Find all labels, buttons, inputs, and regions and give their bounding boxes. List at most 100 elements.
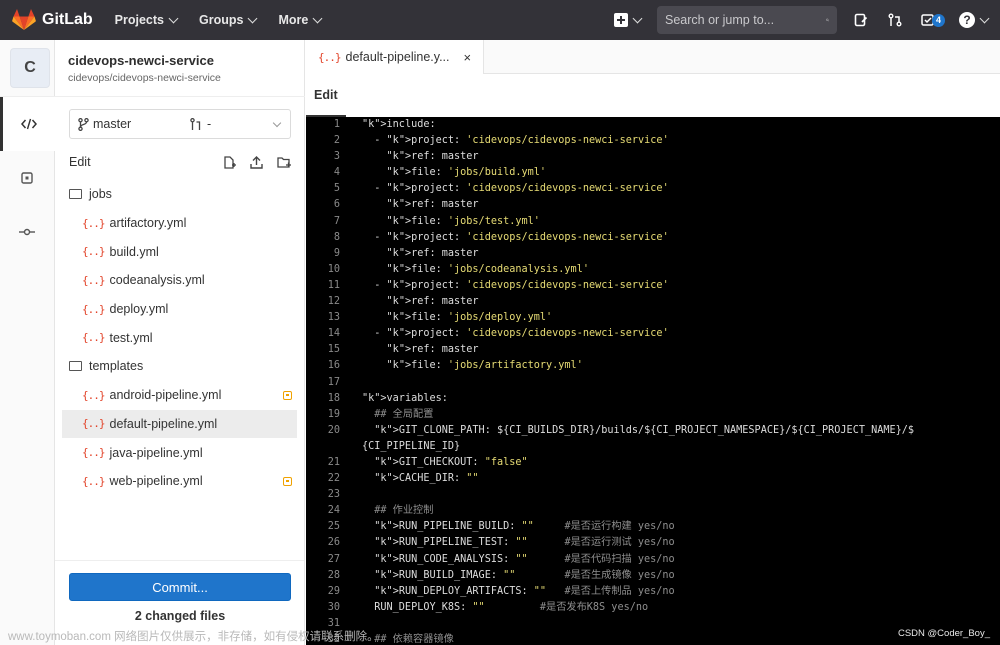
line-number: 10: [327, 263, 340, 275]
code-line: 28 "k">RUN_BUILD_IMAGE: "" #是否生成镜像 yes/n…: [306, 568, 1000, 584]
upload-icon[interactable]: [250, 155, 263, 169]
line-number: 13: [327, 312, 340, 324]
tree-file[interactable]: {..} java-pipeline.yml: [55, 438, 304, 467]
modified-file-icon: [283, 390, 292, 400]
code-line: {CI_PIPELINE_ID}: [306, 439, 1000, 455]
line-number: 29: [327, 585, 340, 597]
line-number: 8: [333, 231, 340, 243]
issues-icon[interactable]: [853, 12, 869, 28]
code-line: 14 - "k">project: 'cidevops/cidevops-new…: [306, 326, 1000, 342]
search-input[interactable]: [664, 13, 826, 27]
gitlab-home-link[interactable]: GitLab: [12, 9, 93, 31]
top-navbar: GitLab Projects Groups More 4 ?: [0, 0, 1000, 40]
chevron-down-icon: [168, 13, 179, 23]
code-line: 15 "k">ref: master: [306, 342, 1000, 358]
line-text: "k">ref: master: [386, 296, 479, 308]
chevron-down-icon: [248, 13, 258, 23]
new-dropdown-button[interactable]: [613, 13, 643, 27]
tree-file[interactable]: {..} codeanalysis.yml: [55, 266, 304, 295]
code-line: 6 "k">ref: master: [306, 197, 1000, 213]
plus-icon: [613, 13, 628, 27]
tree-file[interactable]: {..} build.yml: [55, 237, 304, 266]
tree-item-label: deploy.yml: [109, 302, 169, 317]
tree-item-label: test.yml: [109, 330, 153, 345]
review-mode-button[interactable]: [0, 151, 54, 205]
tree-item-label: templates: [89, 359, 144, 374]
merge-requests-icon[interactable]: [887, 12, 903, 28]
line-text: - "k">project: 'cidevops/cidevops-newci-…: [362, 328, 669, 340]
code-line: 10 "k">file: 'jobs/codeanalysis.yml': [306, 262, 1000, 278]
line-text: - "k">project: 'cidevops/cidevops-newci-…: [362, 231, 669, 243]
branch-selector[interactable]: master -: [69, 109, 291, 139]
yaml-file-icon: {..}: [82, 273, 105, 287]
todos-button[interactable]: 4: [921, 13, 945, 27]
branch-name: master: [93, 117, 132, 131]
tree-file[interactable]: {..} web-pipeline.yml: [55, 467, 304, 496]
code-editor[interactable]: 1 "k">include: 2 - "k">project: 'cidevops/…: [306, 117, 1000, 645]
line-number: 23: [327, 489, 340, 501]
line-text: - "k">project: 'cidevops/cidevops-newci-…: [362, 183, 669, 195]
yaml-file-icon: {..}: [82, 474, 105, 488]
brand-name: GitLab: [42, 11, 93, 28]
line-number: 15: [327, 344, 340, 356]
help-dropdown[interactable]: ?: [959, 12, 990, 28]
tree-item-label: jobs: [89, 187, 112, 202]
code-line: 9 "k">ref: master: [306, 246, 1000, 262]
tree-folder[interactable]: templates: [55, 352, 304, 381]
tab-edit[interactable]: Edit: [306, 88, 346, 117]
line-number: 20: [327, 424, 340, 436]
code-line: 12 "k">ref: master: [306, 294, 1000, 310]
merge-request-selector[interactable]: -: [190, 117, 211, 131]
new-file-icon[interactable]: [223, 155, 236, 169]
commit-button[interactable]: Commit...: [69, 573, 291, 601]
line-number: 16: [327, 360, 340, 372]
code-line: 22 "k">CACHE_DIR: "": [306, 471, 1000, 487]
folder-icon: [69, 189, 82, 200]
line-number: 14: [327, 328, 340, 340]
line-text: "k">RUN_PIPELINE_BUILD: "" #是否运行构建 yes/n…: [374, 521, 675, 533]
code-line: 2 - "k">project: 'cidevops/cidevops-newc…: [306, 133, 1000, 149]
nav-groups[interactable]: Groups: [199, 13, 258, 27]
panel-divider: [55, 560, 304, 561]
line-number: 1: [333, 119, 340, 130]
yaml-file-icon: {..}: [82, 331, 105, 345]
tree-item-label: java-pipeline.yml: [109, 445, 203, 460]
tree-file[interactable]: {..} test.yml: [55, 323, 304, 352]
tree-file[interactable]: {..} deploy.yml: [55, 295, 304, 324]
line-text: "k">RUN_BUILD_IMAGE: "" #是否生成镜像 yes/no: [374, 569, 675, 581]
edit-mode-button[interactable]: [0, 97, 55, 151]
line-number: [306, 439, 340, 455]
commit-mode-button[interactable]: [0, 205, 54, 259]
line-text: ## 作业控制: [362, 505, 434, 517]
tab-default-pipeline[interactable]: {..} default-pipeline.y... ×: [306, 40, 484, 74]
tree-file[interactable]: {..} artifactory.yml: [55, 209, 304, 238]
code-line: 31: [306, 616, 1000, 632]
search-icon: [826, 18, 829, 22]
editor-mode-tabs: Edit: [306, 74, 1000, 117]
file-tree: jobs {..} artifactory.yml {..} build.yml {..}…: [55, 180, 304, 496]
line-text: "k">ref: master: [386, 344, 479, 356]
chevron-down-icon: [979, 13, 990, 23]
folder-icon: [69, 361, 82, 372]
ide-file-panel: C cidevops-newci-service cidevops/cidevo…: [0, 40, 305, 645]
new-directory-icon[interactable]: [277, 156, 291, 169]
code-line: 18 "k">variables:: [306, 391, 1000, 407]
yaml-file-icon: {..}: [82, 216, 105, 230]
line-number: 27: [327, 553, 340, 565]
tab-label: default-pipeline.y...: [345, 50, 450, 64]
tree-file[interactable]: {..} android-pipeline.yml: [55, 381, 304, 410]
nav-groups-label: Groups: [199, 13, 244, 27]
project-header[interactable]: C cidevops-newci-service cidevops/cidevo…: [0, 40, 305, 97]
code-line: 4 "k">file: 'jobs/build.yml': [306, 165, 1000, 181]
merge-request-icon: [190, 117, 201, 130]
code-line: 11 - "k">project: 'cidevops/cidevops-new…: [306, 278, 1000, 294]
nav-projects[interactable]: Projects: [115, 13, 179, 27]
line-number: 19: [327, 408, 340, 420]
tree-folder[interactable]: jobs: [55, 180, 304, 209]
line-number: 28: [327, 569, 340, 581]
yaml-file-icon: {..}: [82, 302, 105, 316]
tree-file[interactable]: {..} default-pipeline.yml: [62, 409, 297, 439]
close-icon[interactable]: ×: [464, 50, 472, 65]
nav-more[interactable]: More: [278, 13, 323, 27]
search-box[interactable]: [656, 6, 837, 34]
